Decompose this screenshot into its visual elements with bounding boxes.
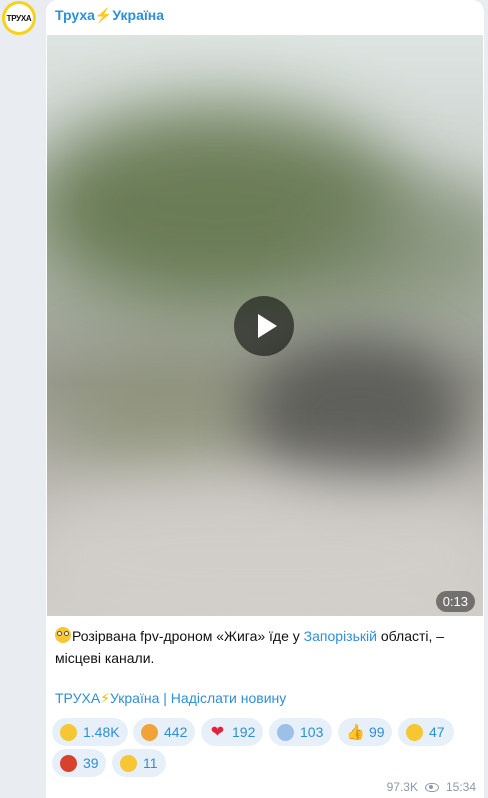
- message-time: 15:34: [445, 780, 476, 794]
- reaction-count: 99: [369, 724, 385, 740]
- avatar-logo: ТРУХА: [5, 4, 33, 32]
- screaming-face-icon: [277, 723, 294, 741]
- exploding-head-icon: [141, 723, 158, 741]
- submit-news-link[interactable]: Надіслати новину: [171, 690, 286, 706]
- reaction-count: 11: [143, 755, 158, 771]
- grinning-face-icon: [406, 723, 423, 741]
- hashtag-link[interactable]: Запорізькій: [304, 628, 377, 644]
- reaction-thumbs-up[interactable]: 👍 99: [338, 718, 392, 746]
- crying-face-icon: [60, 723, 77, 741]
- reaction-count: 39: [83, 755, 99, 771]
- confused-face-icon: [120, 754, 137, 772]
- reaction-grin[interactable]: 47: [398, 718, 454, 746]
- reaction-count: 1.48K: [83, 724, 120, 740]
- eye-icon: [424, 782, 439, 792]
- video-duration: 0:13: [435, 591, 475, 612]
- lightning-icon: ⚡: [100, 690, 110, 706]
- caption-text-1: Розірвана fpv-дроном «Жига» їде у: [72, 628, 304, 644]
- video-player[interactable]: 0:13: [47, 35, 483, 616]
- video-blur: [47, 475, 483, 616]
- signature-name-b: Україна: [110, 690, 160, 706]
- signature-name-a: ТРУХА: [55, 690, 101, 706]
- reaction-crying[interactable]: 1.48K: [52, 718, 128, 746]
- reaction-count: 442: [164, 724, 188, 740]
- view-count: 97.3K: [386, 780, 418, 794]
- play-icon: [258, 314, 277, 338]
- red-heart-icon: ❤: [210, 723, 225, 741]
- separator: |: [159, 690, 171, 706]
- angry-face-icon: [60, 754, 77, 772]
- channel-link[interactable]: ТРУХА⚡Україна: [55, 690, 159, 706]
- channel-signature: ТРУХА⚡Україна | Надіслати новину: [55, 690, 286, 707]
- message-text: Розірвана fpv-дроном «Жига» їде у Запорі…: [55, 625, 475, 669]
- reaction-heart[interactable]: ❤ 192: [201, 718, 263, 746]
- reaction-scream[interactable]: 103: [269, 718, 332, 746]
- channel-avatar[interactable]: ТРУХА: [2, 1, 36, 35]
- thumbs-up-icon: 👍: [346, 723, 365, 741]
- reaction-exploding-head[interactable]: 442: [133, 718, 195, 746]
- reaction-confused[interactable]: 11: [112, 749, 166, 777]
- reaction-count: 47: [429, 724, 445, 740]
- reaction-count: 103: [300, 724, 324, 740]
- play-button[interactable]: [234, 296, 294, 356]
- reaction-angry[interactable]: 39: [52, 749, 106, 777]
- video-blur: [247, 335, 467, 495]
- reaction-count: 192: [232, 724, 256, 740]
- flushed-face-icon: [55, 627, 71, 643]
- message-meta: 97.3K 15:34: [387, 780, 476, 794]
- channel-name[interactable]: Труха⚡️Україна: [55, 7, 164, 24]
